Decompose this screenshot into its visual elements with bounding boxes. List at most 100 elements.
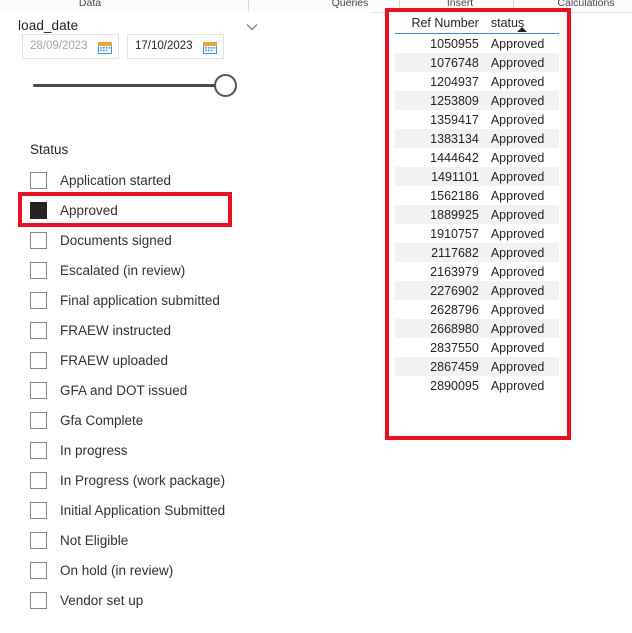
table-row[interactable]: 1889925 Approved — [395, 205, 559, 224]
table-header-row: Ref Number status — [395, 14, 559, 34]
checkbox-gfa-and-dot-issued[interactable] — [30, 381, 47, 399]
status-checkbox-list: Application started Approved Documents sig… — [30, 165, 330, 615]
status-checkbox-label: Documents signed — [60, 232, 172, 248]
status-checkbox-row[interactable]: Vendor set up — [30, 585, 330, 615]
column-header-status[interactable]: status — [484, 14, 559, 34]
status-checkbox-label: FRAEW instructed — [60, 322, 172, 338]
status-checkbox-label: GFA and DOT issued — [60, 382, 188, 398]
status-checkbox-label: Initial Application Submitted — [60, 502, 226, 518]
cell-ref-number: 2163979 — [430, 264, 479, 279]
date-to-value: 17/10/2023 — [135, 40, 193, 52]
table-row[interactable]: 1050955 Approved — [395, 34, 559, 54]
table-row[interactable]: 1076748 Approved — [395, 53, 559, 72]
table-row[interactable]: 1910757 Approved — [395, 224, 559, 243]
checkbox-fraew-uploaded[interactable] — [30, 351, 47, 369]
cell-status: Approved — [490, 112, 545, 127]
checkbox-final-application-submitted[interactable] — [30, 291, 47, 309]
cell-status: Approved — [490, 359, 545, 374]
status-checkbox-label: Application started — [60, 172, 172, 188]
date-to-field[interactable]: 17/10/2023 — [127, 34, 224, 59]
cell-ref-number: 1253809 — [430, 93, 479, 108]
cell-ref-number: 1444642 — [430, 150, 479, 165]
result-table-panel: Ref Number status 1050955 Approved 1076748… — [385, 8, 571, 440]
table-row[interactable]: 2867459 Approved — [395, 357, 559, 376]
table-row[interactable]: 1444642 Approved — [395, 148, 559, 167]
status-checkbox-row[interactable]: Gfa Complete — [30, 405, 330, 435]
status-checkbox-row[interactable]: Approved — [30, 195, 330, 225]
cell-status: Approved — [490, 150, 545, 165]
checkbox-application-started[interactable] — [30, 171, 47, 189]
calendar-icon[interactable] — [98, 40, 112, 54]
table-row[interactable]: 2890095 Approved — [395, 376, 559, 395]
cell-ref-number: 2890095 — [430, 378, 479, 393]
cell-status: Approved — [490, 283, 545, 298]
cell-status: Approved — [490, 207, 545, 222]
status-checkbox-label: FRAEW uploaded — [60, 352, 169, 368]
status-filter-title: Status — [30, 142, 69, 157]
status-checkbox-label: Final application submitted — [60, 292, 220, 308]
cell-status: Approved — [490, 378, 545, 393]
cell-ref-number: 2668980 — [430, 321, 479, 336]
checkbox-fraew-instructed[interactable] — [30, 321, 47, 339]
table-row[interactable]: 1562186 Approved — [395, 186, 559, 205]
cell-status: Approved — [490, 264, 545, 279]
table-row[interactable]: 2117682 Approved — [395, 243, 559, 262]
status-checkbox-row[interactable]: GFA and DOT issued — [30, 375, 330, 405]
table-row[interactable]: 2628796 Approved — [395, 300, 559, 319]
status-checkbox-row[interactable]: In Progress (work package) — [30, 465, 330, 495]
cell-ref-number: 2628796 — [430, 302, 479, 317]
table-row[interactable]: 2837550 Approved — [395, 338, 559, 357]
checkbox-escalated-in-review[interactable] — [30, 261, 47, 279]
cell-ref-number: 1359417 — [430, 112, 479, 127]
cell-ref-number: 1562186 — [430, 188, 479, 203]
slider-track[interactable] — [33, 84, 235, 87]
status-checkbox-row[interactable]: FRAEW uploaded — [30, 345, 330, 375]
table-row[interactable]: 1204937 Approved — [395, 72, 559, 91]
cell-ref-number: 1204937 — [430, 74, 479, 89]
status-checkbox-row[interactable]: In progress — [30, 435, 330, 465]
date-from-field[interactable]: 28/09/2023 — [22, 34, 119, 59]
date-range-slider[interactable] — [22, 68, 252, 104]
status-checkbox-row[interactable]: Documents signed — [30, 225, 330, 255]
status-checkbox-label: Not Eligible — [60, 532, 129, 548]
chevron-down-icon[interactable] — [243, 20, 261, 34]
table-row[interactable]: 2276902 Approved — [395, 281, 559, 300]
status-checkbox-row[interactable]: Escalated (in review) — [30, 255, 330, 285]
checkbox-approved[interactable] — [30, 201, 47, 219]
status-checkbox-row[interactable]: FRAEW instructed — [30, 315, 330, 345]
table-row[interactable]: 1491101 Approved — [395, 167, 559, 186]
status-checkbox-label: In progress — [60, 442, 128, 458]
checkbox-not-eligible[interactable] — [30, 531, 47, 549]
checkbox-on-hold-in-review[interactable] — [30, 561, 47, 579]
ribbon-group-data: Data — [78, 0, 102, 9]
status-checkbox-label: Vendor set up — [60, 592, 144, 608]
status-checkbox-row[interactable]: On hold (in review) — [30, 555, 330, 585]
checkbox-in-progress-work-package[interactable] — [30, 471, 47, 489]
cell-ref-number: 1910757 — [430, 226, 479, 241]
status-checkbox-label: In Progress (work package) — [60, 472, 226, 488]
table-row[interactable]: 2163979 Approved — [395, 262, 559, 281]
column-header-ref-number[interactable]: Ref Number — [395, 14, 485, 34]
table-row[interactable]: 2668980 Approved — [395, 319, 559, 338]
cell-ref-number: 2276902 — [430, 283, 479, 298]
checkbox-in-progress[interactable] — [30, 441, 47, 459]
table-row[interactable]: 1253809 Approved — [395, 91, 559, 110]
status-checkbox-label: Escalated (in review) — [60, 262, 186, 278]
status-checkbox-row[interactable]: Not Eligible — [30, 525, 330, 555]
table-body: 1050955 Approved 1076748 Approved 1204937 App… — [395, 34, 559, 396]
cell-ref-number: 1383134 — [430, 131, 479, 146]
status-checkbox-row[interactable]: Final application submitted — [30, 285, 330, 315]
status-checkbox-row[interactable]: Application started — [30, 165, 330, 195]
calendar-icon[interactable] — [203, 40, 217, 54]
slider-handle[interactable] — [214, 74, 237, 97]
cell-status: Approved — [490, 188, 545, 203]
cell-status: Approved — [490, 226, 545, 241]
status-checkbox-row[interactable]: Initial Application Submitted — [30, 495, 330, 525]
table-row[interactable]: 1383134 Approved — [395, 129, 559, 148]
table-row[interactable]: 1359417 Approved — [395, 110, 559, 129]
checkbox-gfa-complete[interactable] — [30, 411, 47, 429]
checkbox-initial-application-submitted[interactable] — [30, 501, 47, 519]
checkbox-documents-signed[interactable] — [30, 231, 47, 249]
status-checkbox-label: Approved — [60, 202, 118, 218]
checkbox-vendor-set-up[interactable] — [30, 591, 47, 609]
